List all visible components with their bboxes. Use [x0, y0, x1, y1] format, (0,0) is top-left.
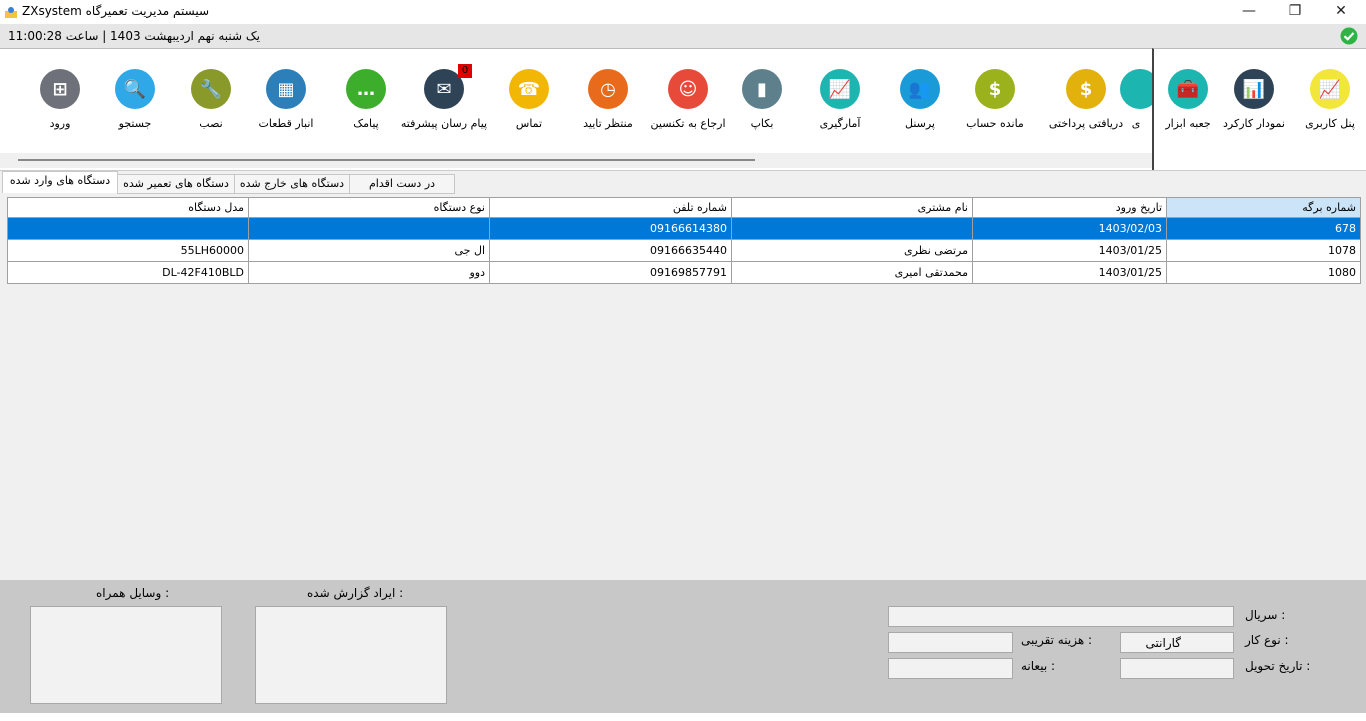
- toolbar-button-label: نمودار کارکرد: [1223, 117, 1285, 130]
- devices-table: مدل دستگاه نوع دستگاه شماره تلفن نام مشت…: [7, 197, 1361, 284]
- cell-entry-date[interactable]: 1403/02/03: [972, 217, 1167, 240]
- toolbar-button-toolbox[interactable]: 🧰 جعبه ابزار: [1152, 69, 1224, 139]
- email-icon: ✉ 0: [424, 64, 472, 109]
- close-button[interactable]: ✕: [1318, 0, 1364, 24]
- chart-icon: 📊: [1234, 69, 1274, 109]
- app-icon: [5, 7, 17, 18]
- work-type-label: نوع کار :: [1245, 633, 1289, 647]
- table-row[interactable]: 09166614380 1403/02/03 678: [7, 217, 1361, 240]
- maximize-button[interactable]: ❐: [1272, 0, 1318, 24]
- right-toolbar: 🧰 جعبه ابزار 📊 نمودار کارکرد 📈 پنل کاربری: [1152, 48, 1366, 171]
- column-header-sheet-number[interactable]: شماره برگه: [1166, 197, 1361, 218]
- bottom-strip: [0, 713, 1366, 721]
- chip-icon: ▦: [266, 69, 306, 109]
- wrench-icon: 🔧: [191, 69, 231, 109]
- work-type-field[interactable]: گارانتی ندارد: [1120, 632, 1234, 671]
- cell-phone[interactable]: 09166614380: [489, 217, 732, 240]
- tab-repaired-devices[interactable]: دستگاه های تعمیر شده: [117, 174, 235, 194]
- technician-icon: ☺: [668, 69, 708, 109]
- phone-icon: ☎: [509, 69, 549, 109]
- cell-entry-date[interactable]: 1403/01/25: [972, 261, 1167, 284]
- toolbar-button-label: مانده حساب: [966, 117, 1024, 130]
- approx-cost-field[interactable]: [888, 632, 1013, 653]
- tab-received-devices[interactable]: دستگاه های وارد شده: [2, 171, 118, 193]
- cell-device-model[interactable]: [7, 217, 249, 240]
- toolbar-button-email[interactable]: ✉ 0 پیام رسان پیشرفته: [396, 64, 492, 139]
- clock-icon: ◷: [588, 69, 628, 109]
- accessories-box[interactable]: [30, 606, 222, 704]
- cell-device-type[interactable]: دوو: [248, 261, 490, 284]
- column-header-device-model[interactable]: مدل دستگاه: [7, 197, 249, 218]
- cell-phone[interactable]: 09169857791: [489, 261, 732, 284]
- toolbar-button-chart[interactable]: 📊 نمودار کارکرد: [1218, 69, 1290, 139]
- tab-bar: دستگاه های وارد شده دستگاه های تعمیر شده…: [0, 170, 1366, 195]
- statistics-icon: 📈: [820, 69, 860, 109]
- dollar-icon: $: [975, 69, 1015, 109]
- reported-issue-box[interactable]: [255, 606, 447, 704]
- main-toolbar: ⊞ ورود 🔍 جستجو 🔧 نصب ▦ انبار قطعات… پیامک ✉ 0 پیام …: [0, 48, 1152, 169]
- accessories-label: وسایل همراه :: [96, 586, 170, 600]
- toolbar-button-partial[interactable]: ی: [1120, 69, 1152, 139]
- cell-sheet-number[interactable]: 678: [1166, 217, 1361, 240]
- reported-issue-label: ایراد گزارش شده :: [307, 586, 404, 600]
- details-form: سریال : نوع کار : گارانتی ندارد هزینه تق…: [0, 580, 1366, 713]
- user-panel-icon: 📈: [1310, 69, 1350, 109]
- minimize-button[interactable]: —: [1226, 0, 1272, 24]
- cell-phone[interactable]: 09166635440: [489, 239, 732, 262]
- toolbar-button-user-panel[interactable]: 📈 پنل کاربری: [1294, 69, 1366, 139]
- toolbar-button-label: پیام رسان پیشرفته: [400, 117, 488, 130]
- tab-exited-devices[interactable]: دستگاه های خارج شده: [234, 174, 350, 194]
- cell-sheet-number[interactable]: 1078: [1166, 239, 1361, 262]
- serial-label: سریال :: [1245, 608, 1286, 622]
- sms-icon: …: [346, 69, 386, 109]
- delivery-date-label: تاریخ تحویل :: [1245, 659, 1311, 673]
- usb-icon: ▮: [742, 69, 782, 109]
- deposit-field[interactable]: [888, 658, 1013, 679]
- toolbar-scrollbar-thumb[interactable]: [18, 159, 755, 161]
- title-bar: ZXsystem سیستم مدیریت تعمیرگاه — ❐ ✕: [0, 0, 1366, 24]
- window-title: ZXsystem سیستم مدیریت تعمیرگاه: [22, 4, 210, 18]
- cell-device-type[interactable]: [248, 217, 490, 240]
- cell-sheet-number[interactable]: 1080: [1166, 261, 1361, 284]
- cell-device-model[interactable]: 55LH60000: [7, 239, 249, 262]
- tab-in-progress[interactable]: در دست اقدام: [349, 174, 455, 194]
- column-header-device-type[interactable]: نوع دستگاه: [248, 197, 490, 218]
- toolbox-icon: 🧰: [1168, 69, 1208, 109]
- grid-area: مدل دستگاه نوع دستگاه شماره تلفن نام مشت…: [0, 194, 1366, 580]
- delivery-date-field[interactable]: [1120, 658, 1234, 679]
- current-date-time: یک شنبه نهم اردیبهشت 1403 | ساعت 11:00:2…: [8, 29, 260, 43]
- notification-badge: 0: [458, 64, 472, 78]
- date-bar: یک شنبه نهم اردیبهشت 1403 | ساعت 11:00:2…: [0, 24, 1366, 49]
- toolbar-button-dollar[interactable]: $ مانده حساب: [947, 69, 1043, 139]
- deposit-label: بیعانه :: [1021, 659, 1056, 673]
- personnel-icon: 👥: [900, 69, 940, 109]
- cell-customer-name[interactable]: [731, 217, 973, 240]
- toolbar-button-label: ی: [1131, 117, 1141, 130]
- serial-field[interactable]: [888, 606, 1234, 627]
- search-icon: 🔍: [115, 69, 155, 109]
- table-row[interactable]: DL-42F410BLD دوو 09169857791 محمدتقی امیری 1…: [7, 261, 1361, 284]
- column-header-phone[interactable]: شماره تلفن: [489, 197, 732, 218]
- column-header-customer-name[interactable]: نام مشتری: [731, 197, 973, 218]
- table-header-row: مدل دستگاه نوع دستگاه شماره تلفن نام مشت…: [7, 197, 1361, 218]
- toolbar-button-label: جعبه ابزار: [1165, 117, 1211, 130]
- cell-customer-name[interactable]: محمدتقی امیری: [731, 261, 973, 284]
- cell-customer-name[interactable]: مرتضی نظری: [731, 239, 973, 262]
- cell-device-type[interactable]: ال جی: [248, 239, 490, 262]
- table-row[interactable]: 55LH60000 ال جی 09166635440 مرتضی نظری 1403/…: [7, 239, 1361, 262]
- approx-cost-label: هزینه تقریبی :: [1021, 633, 1093, 647]
- check-circle-icon: [1340, 27, 1358, 45]
- toolbar-button-label: پنل کاربری: [1305, 117, 1355, 130]
- column-header-entry-date[interactable]: تاریخ ورود: [972, 197, 1167, 218]
- payment-icon: $: [1066, 69, 1106, 109]
- partial-icon: [1120, 69, 1152, 109]
- cell-device-model[interactable]: DL-42F410BLD: [7, 261, 249, 284]
- login-icon: ⊞: [40, 69, 80, 109]
- cell-entry-date[interactable]: 1403/01/25: [972, 239, 1167, 262]
